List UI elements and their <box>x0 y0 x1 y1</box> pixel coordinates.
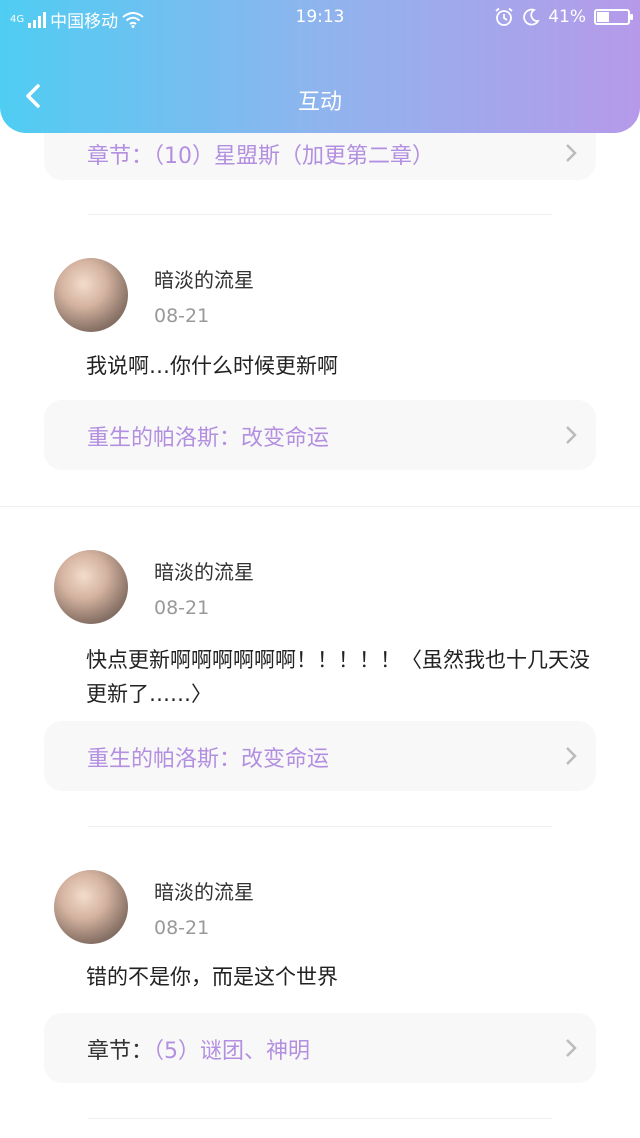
battery-percent: 41% <box>548 7 586 27</box>
chapter-title: 重生的帕洛斯：改变命运 <box>87 426 330 451</box>
avatar[interactable] <box>54 550 128 624</box>
comment-date: 08-21 <box>154 917 210 939</box>
chevron-right-icon <box>566 747 577 765</box>
chapter-card[interactable]: 章节：（5）谜团、神明 <box>44 1013 596 1083</box>
chevron-right-icon <box>566 1039 577 1057</box>
chapter-card[interactable]: 重生的帕洛斯：改变命运 <box>44 721 596 791</box>
alarm-icon <box>495 7 513 26</box>
chapter-prefix: 章节： <box>87 1039 154 1064</box>
chapter-link: 重生的帕洛斯：改变命运 <box>87 741 329 773</box>
divider <box>88 826 552 827</box>
avatar[interactable] <box>54 870 128 944</box>
chapter-title: 重生的帕洛斯：改变命运 <box>87 747 330 772</box>
comment-date: 08-21 <box>154 597 210 619</box>
chapter-link-partial: 章节：（10）星盟斯（加更第二章） <box>87 144 434 169</box>
comment-text: 我说啊…你什么时候更新啊 <box>86 354 338 378</box>
chapter-card[interactable]: 重生的帕洛斯：改变命运 <box>44 400 596 470</box>
divider <box>0 506 640 507</box>
comment-date: 08-21 <box>154 305 210 327</box>
comment-username[interactable]: 暗淡的流星 <box>154 556 254 585</box>
chevron-right-icon <box>566 426 577 444</box>
comment-text: 快点更新啊啊啊啊啊啊！！！！！〈虽然我也十几天没更新了……〉 <box>86 648 590 706</box>
battery-icon <box>594 9 633 25</box>
comment-username[interactable]: 暗淡的流星 <box>154 264 254 293</box>
avatar[interactable] <box>54 258 128 332</box>
status-bar: 4G 中国移动 19:13 41% <box>0 0 640 34</box>
chapter-link: 重生的帕洛斯：改变命运 <box>87 420 329 452</box>
chapter-title: （5）谜团、神明 <box>153 1039 311 1064</box>
divider <box>88 214 552 215</box>
battery-level <box>597 12 609 22</box>
comment-text: 错的不是你，而是这个世界 <box>86 965 338 989</box>
page-title: 互动 <box>297 90 342 115</box>
app-header: 4G 中国移动 19:13 41% 互动 <box>0 0 640 133</box>
status-right: 41% <box>494 7 633 27</box>
chevron-right-icon <box>566 144 577 162</box>
moon-icon <box>523 8 540 26</box>
chapter-link: 章节：（5）谜团、神明 <box>87 1033 310 1065</box>
comment-username[interactable]: 暗淡的流星 <box>154 876 254 905</box>
content-area: 章节：（10）星盟斯（加更第二章） 暗淡的流星 08-21 我说啊…你什么时候更… <box>0 0 640 1138</box>
divider <box>88 1118 552 1119</box>
